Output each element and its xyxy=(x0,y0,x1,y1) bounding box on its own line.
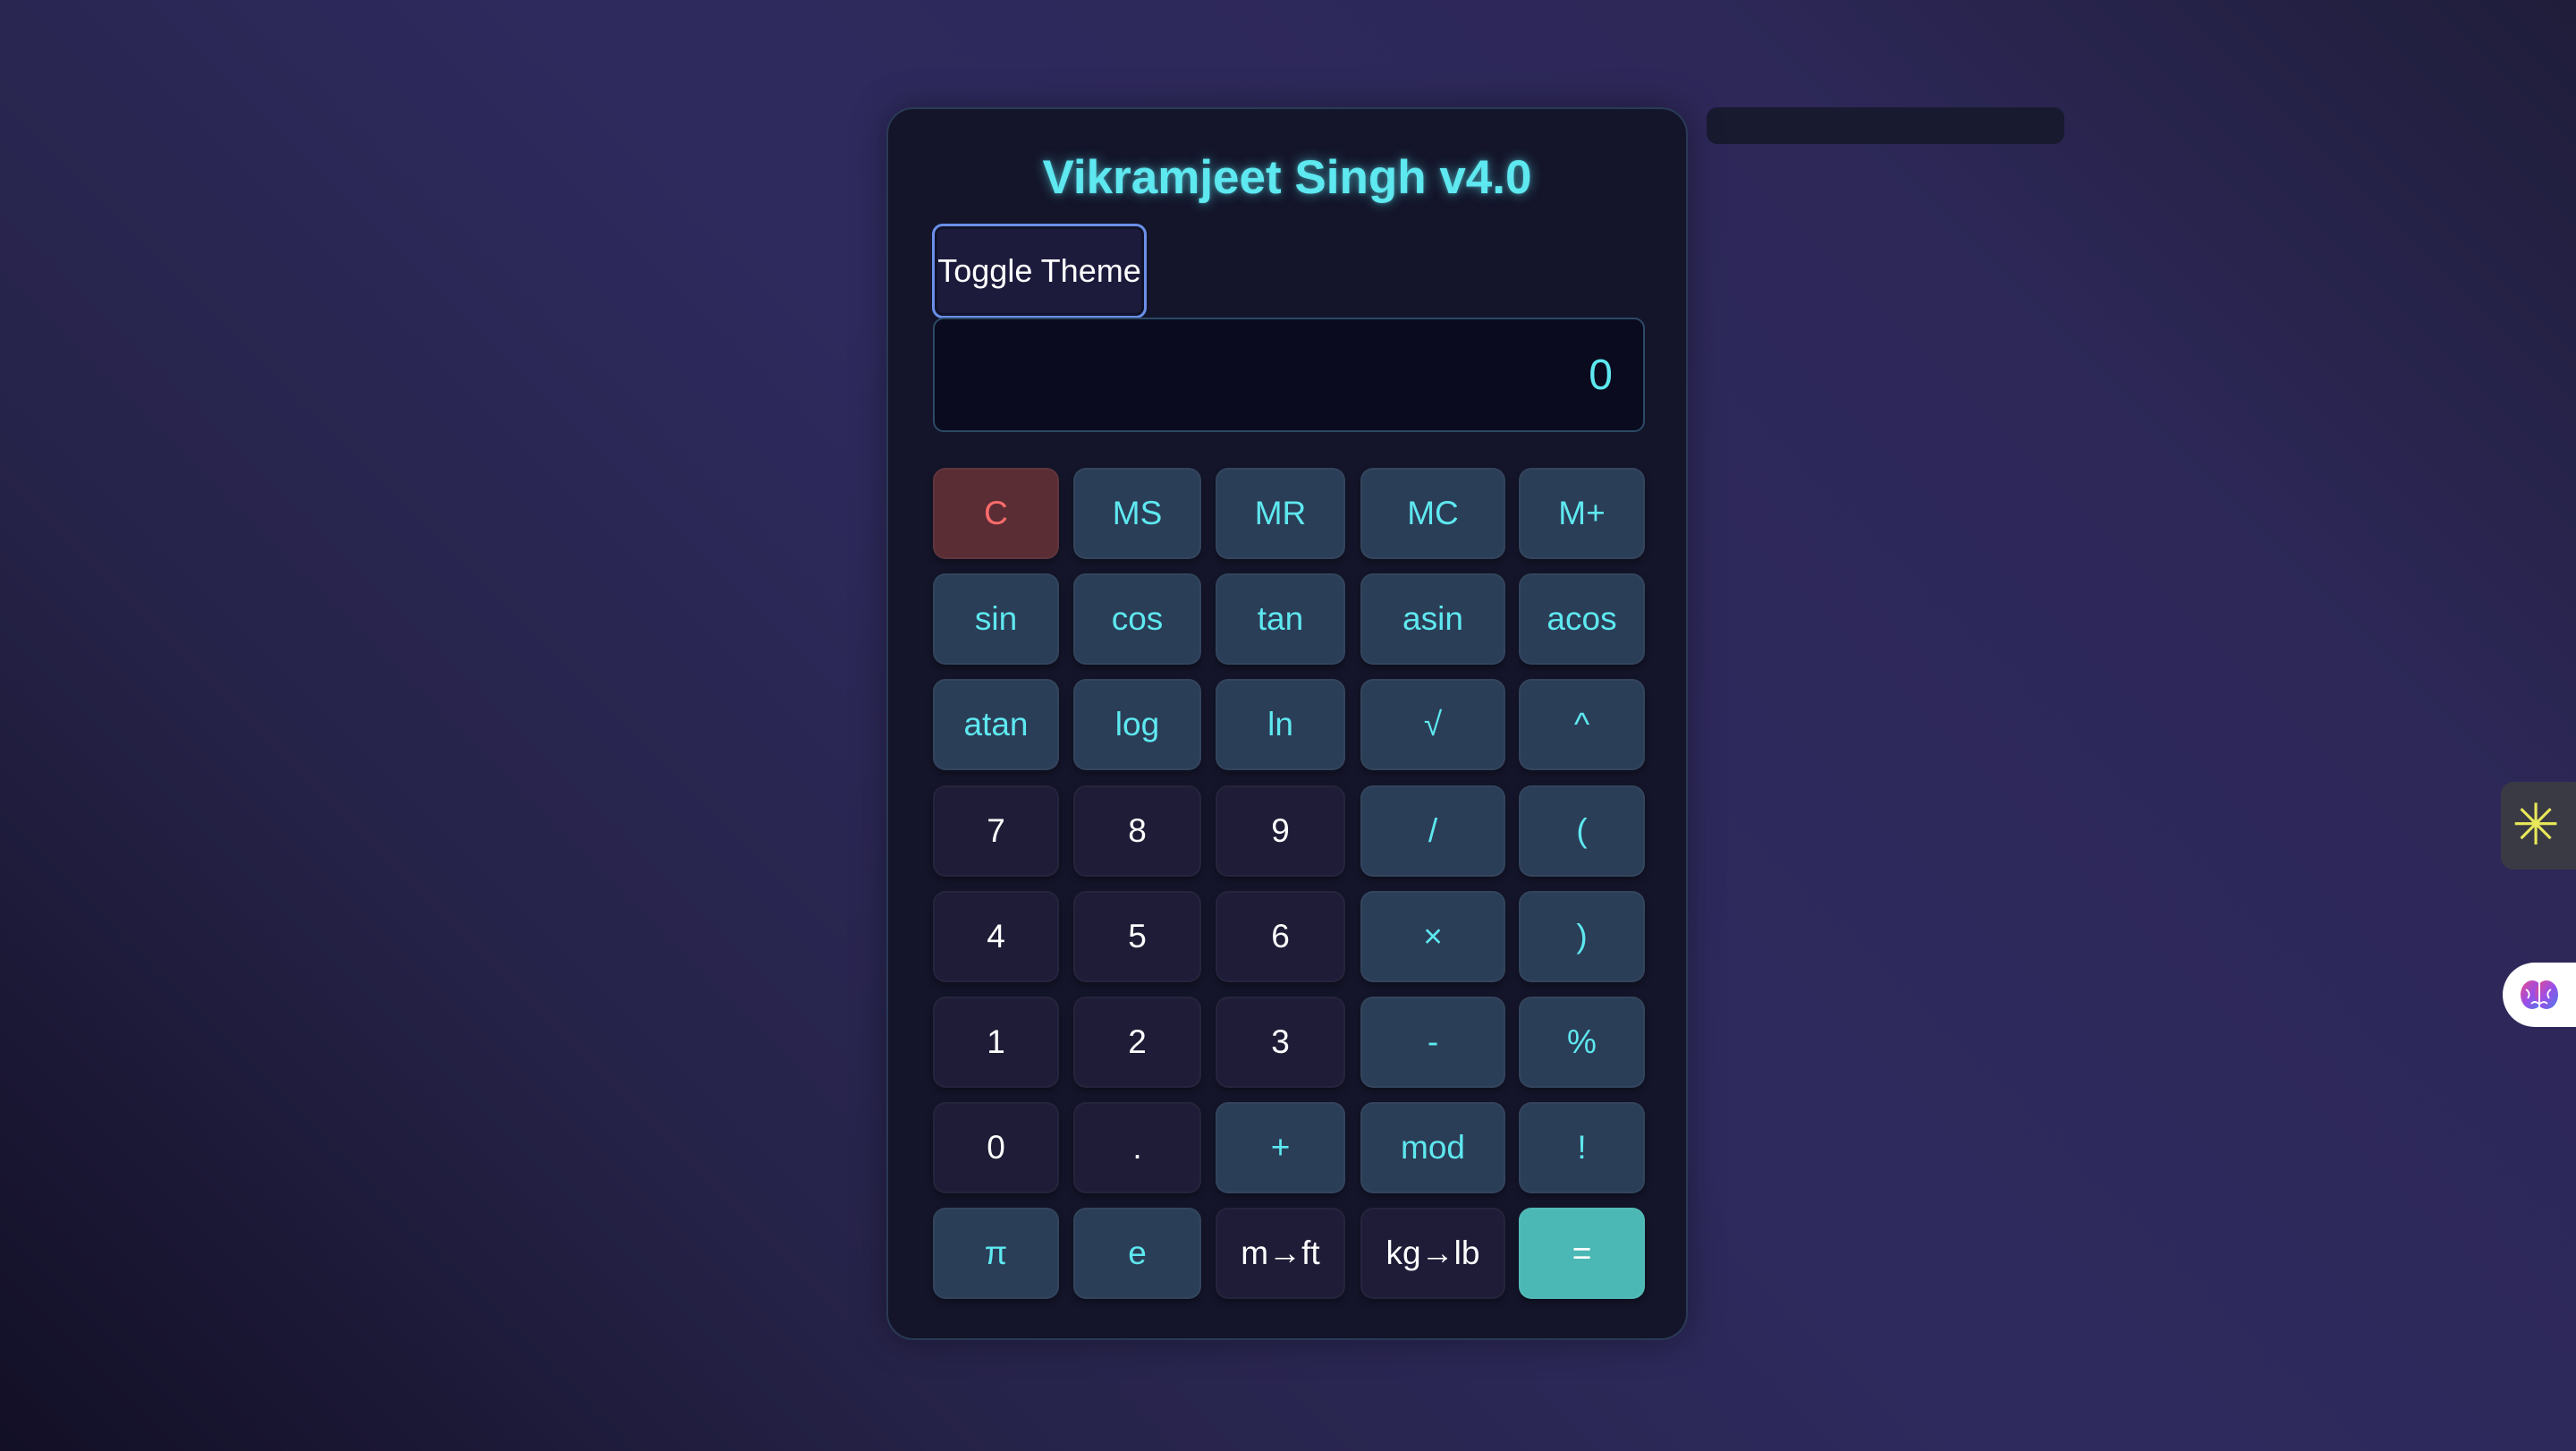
meters-to-feet-button[interactable]: m→ft xyxy=(1216,1208,1345,1299)
top-placeholder-bar xyxy=(1707,107,2064,144)
digit-8-button[interactable]: 8 xyxy=(1073,785,1201,877)
calculator-title: Vikramjeet Singh v4.0 xyxy=(1042,151,1532,204)
digit-2-button[interactable]: 2 xyxy=(1073,997,1201,1088)
subtract-button[interactable]: - xyxy=(1360,997,1505,1088)
log-button[interactable]: log xyxy=(1073,679,1201,770)
digit-7-button[interactable]: 7 xyxy=(933,785,1059,877)
equals-button[interactable]: = xyxy=(1519,1208,1645,1299)
digit-0-button[interactable]: 0 xyxy=(933,1102,1059,1193)
multiply-button[interactable]: × xyxy=(1360,891,1505,982)
memory-store-button[interactable]: MS xyxy=(1073,468,1201,559)
mod-button[interactable]: mod xyxy=(1360,1102,1505,1193)
side-assistant-bubble[interactable] xyxy=(2503,963,2576,1027)
atan-button[interactable]: atan xyxy=(933,679,1059,770)
open-paren-button[interactable]: ( xyxy=(1519,785,1645,877)
digit-1-button[interactable]: 1 xyxy=(933,997,1059,1088)
calculator-panel: Vikramjeet Singh v4.0 Toggle Theme 0 C M… xyxy=(886,107,1688,1340)
factorial-button[interactable]: ! xyxy=(1519,1102,1645,1193)
sin-button[interactable]: sin xyxy=(933,573,1059,665)
digit-3-button[interactable]: 3 xyxy=(1216,997,1345,1088)
tan-button[interactable]: tan xyxy=(1216,573,1345,665)
decimal-point-button[interactable]: . xyxy=(1073,1102,1201,1193)
side-extension-tab[interactable]: ✳ xyxy=(2501,782,2576,870)
memory-add-button[interactable]: M+ xyxy=(1519,468,1645,559)
kg-to-lb-button[interactable]: kg→lb xyxy=(1360,1208,1505,1299)
digit-5-button[interactable]: 5 xyxy=(1073,891,1201,982)
close-paren-button[interactable]: ) xyxy=(1519,891,1645,982)
asin-button[interactable]: asin xyxy=(1360,573,1505,665)
calculator-display: 0 xyxy=(933,318,1645,432)
ln-button[interactable]: ln xyxy=(1216,679,1345,770)
cos-button[interactable]: cos xyxy=(1073,573,1201,665)
memory-recall-button[interactable]: MR xyxy=(1216,468,1345,559)
percent-button[interactable]: % xyxy=(1519,997,1645,1088)
clear-button[interactable]: C xyxy=(933,468,1059,559)
divide-button[interactable]: / xyxy=(1360,785,1505,877)
memory-clear-button[interactable]: MC xyxy=(1360,468,1505,559)
add-button[interactable]: + xyxy=(1216,1102,1345,1193)
toggle-theme-button[interactable]: Toggle Theme xyxy=(932,224,1147,318)
brain-icon xyxy=(2521,980,2558,1009)
digit-9-button[interactable]: 9 xyxy=(1216,785,1345,877)
sparkle-icon: ✳ xyxy=(2512,793,2560,859)
euler-button[interactable]: e xyxy=(1073,1208,1201,1299)
sqrt-button[interactable]: √ xyxy=(1360,679,1505,770)
acos-button[interactable]: acos xyxy=(1519,573,1645,665)
digit-4-button[interactable]: 4 xyxy=(933,891,1059,982)
power-button[interactable]: ^ xyxy=(1519,679,1645,770)
digit-6-button[interactable]: 6 xyxy=(1216,891,1345,982)
pi-button[interactable]: π xyxy=(933,1208,1059,1299)
